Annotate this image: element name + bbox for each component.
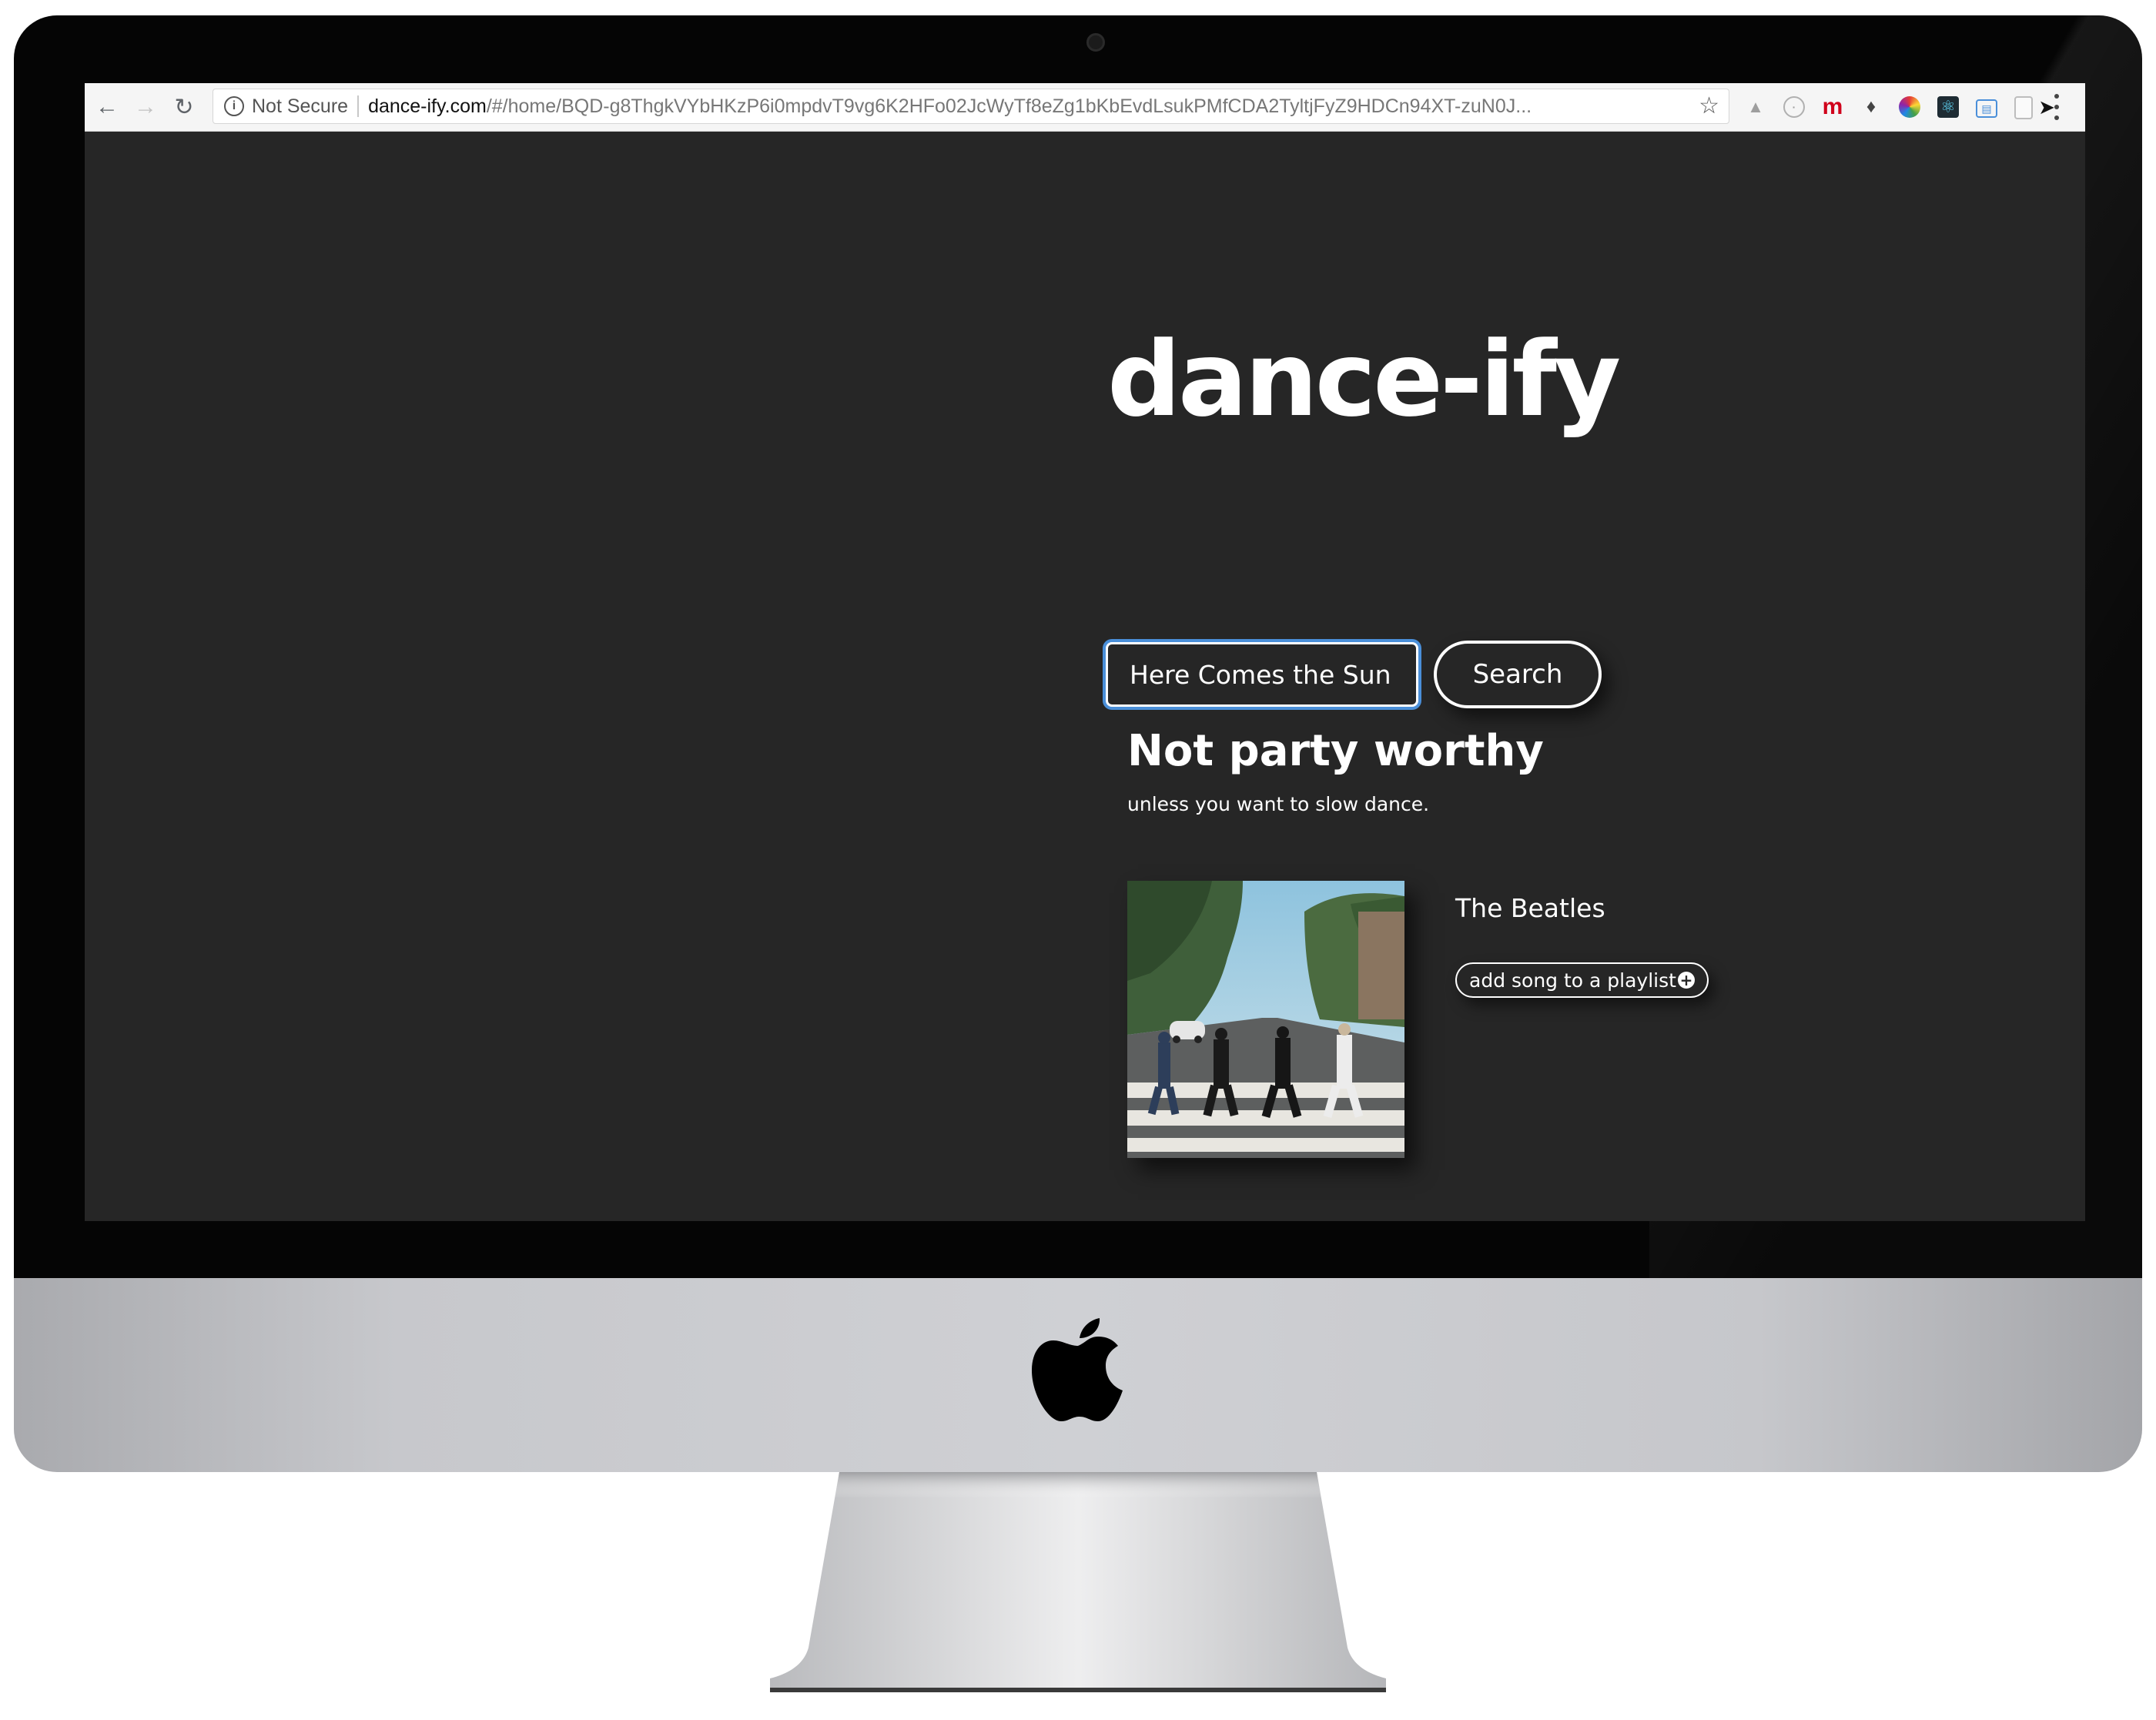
drive-icon[interactable]: ▲ <box>1745 96 1766 118</box>
window-icon[interactable]: ▤ <box>1976 99 1997 118</box>
search-button[interactable]: Search <box>1434 641 1602 708</box>
app-title: dance-ify <box>1107 320 1621 440</box>
verdict-heading: Not party worthy <box>1127 726 1544 776</box>
chrome-menu-icon[interactable] <box>2053 94 2061 120</box>
security-label: Not Secure <box>252 95 349 117</box>
react-icon[interactable]: ⚛ <box>1937 96 1959 118</box>
browser-window: ← → ↻ i Not Secure dance-ify.com /#/home… <box>85 83 2085 1221</box>
album-cover-image <box>1127 881 1404 1158</box>
url-path: /#/home/BQD-g8ThgkVYbHKzP6i0mpdvT9vg6K2H… <box>486 95 1532 117</box>
camera-dot <box>1086 33 1105 52</box>
circle-icon[interactable]: · <box>1783 96 1805 118</box>
artist-name: The Beatles <box>1455 893 1605 923</box>
bookmark-star-icon[interactable]: ☆ <box>1699 92 1719 119</box>
address-divider <box>357 95 360 117</box>
add-to-playlist-label: add song to a playlist <box>1469 969 1676 992</box>
url-host: dance-ify.com <box>368 95 487 117</box>
info-icon[interactable]: i <box>224 96 244 116</box>
address-bar[interactable]: i Not Secure dance-ify.com /#/home/BQD-g… <box>213 89 1729 124</box>
back-icon[interactable]: ← <box>92 92 122 122</box>
song-search-input[interactable] <box>1106 642 1418 707</box>
page-icon[interactable] <box>2014 96 2033 119</box>
colorwheel-icon[interactable] <box>1899 96 1920 118</box>
add-to-playlist-button[interactable]: add song to a playlist + <box>1455 962 1709 998</box>
reload-icon[interactable]: ↻ <box>169 92 199 122</box>
plus-circle-icon: + <box>1677 972 1695 989</box>
evernote-icon[interactable]: ♦ <box>1860 96 1882 118</box>
m-icon[interactable]: m <box>1822 94 1843 119</box>
monitor-stand <box>770 1472 1386 1692</box>
verdict-subtext: unless you want to slow dance. <box>1127 793 1430 815</box>
apple-logo-icon <box>1032 1318 1123 1421</box>
forward-icon[interactable]: → <box>131 92 160 122</box>
browser-toolbar: ← → ↻ i Not Secure dance-ify.com /#/home… <box>85 83 2085 132</box>
